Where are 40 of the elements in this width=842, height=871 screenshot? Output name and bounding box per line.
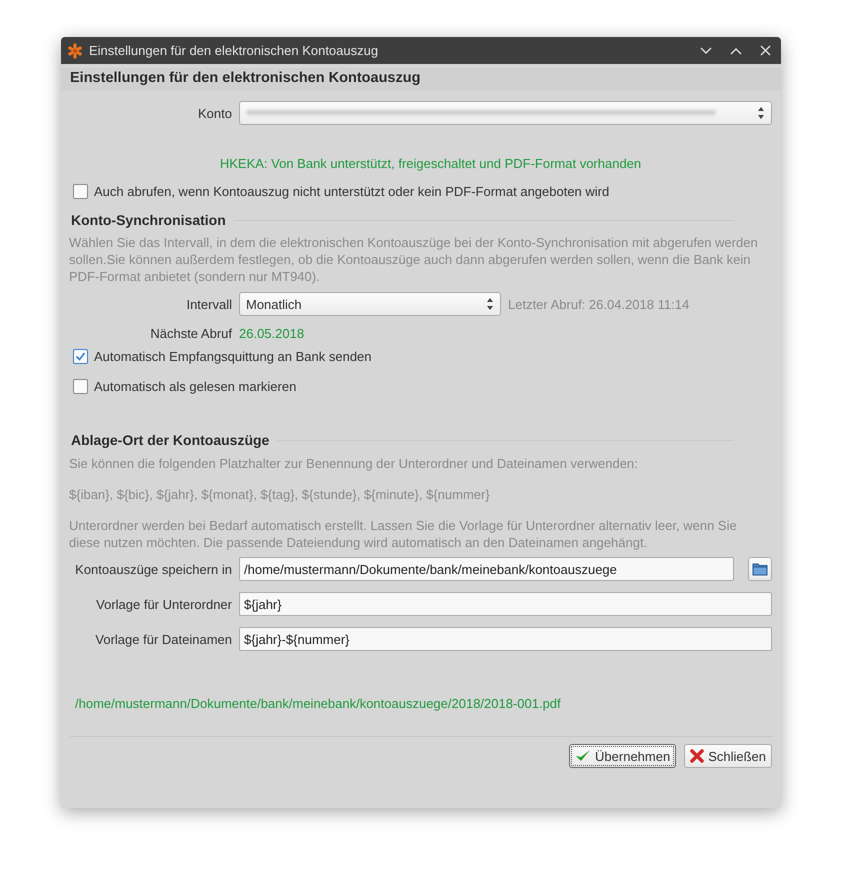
asterisk-icon <box>67 42 83 58</box>
field-label: Konto <box>197 106 232 120</box>
field-label: Kontoauszüge speichern in <box>74 562 232 576</box>
field-label: Vorlage für Dateinamen <box>94 632 232 646</box>
text-field[interactable]: ${jahr}-${nummer} <box>239 627 772 651</box>
spinner-arrows-icon <box>757 106 765 120</box>
browse-button[interactable] <box>748 557 772 581</box>
checkbox-label: Auch abrufen, wenn Kontoauszug nicht unterstützt oder kein PDF-Format angeboten wird <box>94 184 610 199</box>
checkbox[interactable] <box>73 184 88 199</box>
close-icon[interactable] <box>760 45 771 56</box>
window-title: Einstellungen für den elektronischen Kontoauszug <box>89 43 380 58</box>
apply-button[interactable]: Übernehmen <box>569 744 676 768</box>
interval-dropdown[interactable]: Monatlich <box>239 292 501 316</box>
checkmark-icon <box>575 749 592 763</box>
field-label: Intervall <box>185 296 232 312</box>
field-label: Vorlage für Unterordner <box>95 596 232 612</box>
cross-icon <box>690 749 704 763</box>
checkbox[interactable] <box>73 349 88 364</box>
description-text: Unterordner werden bei Bedarf automatisch erstellt. Lassen Sie die Vorlage für Unterordner alternativ leer, wenn Sie diese nutzen möchten. Die passende Dateiendung wird automatisch an den Dateinamen angehängt. <box>69 517 738 551</box>
placeholder-list: ${iban}, ${bic}, ${jahr}, ${monat}, ${tag}, ${stunde}, ${minute}, ${nummer} <box>69 486 772 503</box>
spinner-arrows-icon <box>486 297 494 311</box>
description-text: Wählen Sie das Intervall, in dem die elektronischen Kontoauszüge bei der Konto-Synchronisation mit abgerufen werden sollen.Sie können außerdem festlegen, ob die Kontoauszüge auch dann abgerufen werden sollen, wenn die Bank kein PDF-Format anbietet (sondern nur MT940). <box>69 234 759 285</box>
maximize-icon[interactable] <box>730 46 742 54</box>
checkbox[interactable] <box>73 379 88 394</box>
description-text: Sie können die folgenden Platzhalter zur Benennung der Unterordner und Dateinamen verwenden: <box>69 455 639 472</box>
field-label: Nächste Abruf <box>149 326 232 340</box>
close-button[interactable]: Schließen <box>684 744 772 768</box>
next-fetch-date: 26.05.2018 <box>239 326 306 340</box>
section-title: Ablage-Ort der Kontoauszüge <box>71 432 270 448</box>
checkbox-label: Automatisch Empfangsquittung an Bank senden <box>94 349 372 364</box>
file-path-preview: /home/mustermann/Dokumente/bank/meinebank/kontoauszuege/2018/2018-001.pdf <box>74 696 562 711</box>
minimize-icon[interactable] <box>700 46 712 54</box>
checkbox-label: Automatisch als gelesen markieren <box>94 379 296 394</box>
text-field[interactable]: ${jahr} <box>239 592 772 616</box>
status-message: HKEKA: Von Bank unterstützt, freigeschaltet und PDF-Format vorhanden <box>218 156 642 171</box>
folder-icon <box>752 562 768 576</box>
section-title: Konto-Synchronisation <box>71 212 226 228</box>
text-field[interactable]: /home/mustermann/Dokumente/bank/meinebank/kontoauszuege <box>239 557 734 581</box>
dialog-heading: Einstellungen für den elektronischen Kontoauszug <box>61 68 781 90</box>
last-fetch-text: Letzter Abruf: 26.04.2018 11:14 <box>508 296 690 312</box>
